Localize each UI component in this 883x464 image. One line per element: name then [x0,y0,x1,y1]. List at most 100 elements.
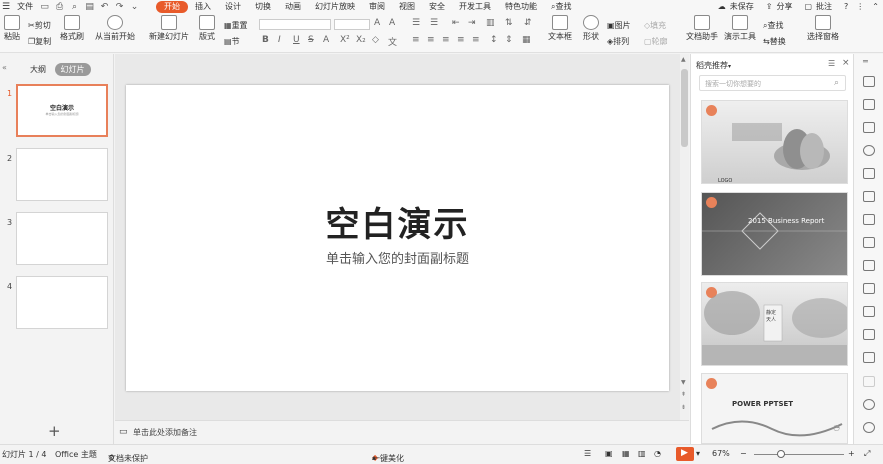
tab-transition[interactable]: 切换 [248,0,278,13]
zoom-slider-handle[interactable] [777,450,785,458]
doc-helper-button[interactable]: 文档助手 [685,13,719,42]
find-button[interactable]: ⌕查找 [763,20,783,31]
tab-view[interactable]: 视图 [392,0,422,13]
export-pdf-icon[interactable]: ▤ [84,2,95,12]
reset-button[interactable]: ▦重置 [224,20,248,31]
share-out-icon[interactable] [863,283,875,294]
fit-window-icon[interactable]: ⤢ [864,449,870,459]
arrange-button[interactable]: ◈排列 [607,36,629,47]
play-from-current-button[interactable]: 从当前开始 [93,13,137,42]
collapse-ribbon-icon[interactable]: ⌃ [872,0,879,13]
justify-icon[interactable]: ≡ [457,35,465,45]
align-center-icon[interactable]: ≡ [427,35,435,45]
slide-subtitle[interactable]: 单击输入您的封面副标题 [126,248,669,267]
tab-insert[interactable]: 插入 [188,0,218,13]
print-icon[interactable]: ⎙ [54,2,65,12]
tab-slideshow[interactable]: 幻灯片放映 [308,0,362,13]
numbering-icon[interactable]: ☰ [430,18,438,28]
tab-features[interactable]: 特色功能 [498,0,544,13]
zoom-level[interactable]: 67% [712,449,730,458]
font-size-select[interactable] [334,19,370,30]
redo-icon[interactable]: ↷ [114,2,125,12]
template-search-input[interactable]: 搜索一切你想要的 ⌕ [699,75,846,91]
scroll-up-icon[interactable]: ▲ [681,56,686,63]
outdent-icon[interactable]: ⇥ [468,18,476,28]
normal-view-icon[interactable]: ▣ [605,449,613,458]
more-icon[interactable]: ⋮ [856,0,864,13]
share-button[interactable]: ⇪ 分享 [766,0,797,13]
table-icon[interactable] [863,168,875,179]
notes-view-icon[interactable]: ◔ [654,449,661,458]
template-card-3[interactable]: 静定天人 [701,282,848,366]
tab-design[interactable]: 设计 [218,0,248,13]
close-icon[interactable]: × [842,58,850,68]
notes-placeholder[interactable]: 单击此处添加备注 [133,427,197,438]
zoom-out-icon[interactable]: − [740,449,747,458]
play-slideshow-button[interactable]: ▶ [676,447,694,461]
play-options-icon[interactable]: ▾ [696,449,700,458]
history-icon[interactable] [863,399,875,410]
template-card-2[interactable]: 2015 Business Report [701,192,848,276]
picture-button[interactable]: ▣图片 [607,20,631,31]
char-spacing-icon[interactable]: 文 [388,35,397,48]
text-columns-icon[interactable]: ▦ [522,35,531,45]
copy-object-icon[interactable] [863,99,875,110]
canvas-scrollbar[interactable]: ▲ ▼ ⇞ ⇟ [680,54,689,420]
hamburger-icon[interactable]: ☰ [2,2,10,12]
font-color-icon[interactable]: A [323,35,329,45]
line-spacing-icon[interactable]: ↕ [490,35,498,45]
slide-title[interactable]: 空白演示 [126,197,669,246]
slide-thumbnail-4[interactable] [16,276,108,329]
shape-button[interactable]: 形状 [580,13,602,42]
scrollbar-thumb[interactable] [681,69,688,147]
replace-button[interactable]: ⇆替换 [763,36,786,47]
bullets-icon[interactable]: ☰ [412,18,420,28]
para-spacing-icon[interactable]: ⇕ [505,35,513,45]
slide-sorter-icon[interactable]: ▦ [622,449,630,458]
help-circle-icon[interactable] [863,422,875,433]
transition-icon[interactable] [863,260,875,271]
chart-icon[interactable] [863,214,875,225]
distribute-icon[interactable]: ≡ [472,35,480,45]
italic-icon[interactable]: I [278,35,281,45]
search-button[interactable]: ⌕查找 [544,0,578,13]
next-slide-icon[interactable]: ⇟ [681,404,686,411]
underline-icon[interactable]: U [293,35,300,45]
shapes-icon[interactable] [863,122,875,133]
save-icon[interactable]: ▭ [39,2,50,12]
print-preview-icon[interactable]: ⌕ [69,2,80,12]
grow-font-icon[interactable]: A [374,18,380,28]
speaker-icon[interactable] [863,352,875,363]
tab-developer[interactable]: 开发工具 [452,0,498,13]
strikethrough-icon[interactable]: S [308,35,314,45]
view-menu-icon[interactable]: ☰ [584,449,591,458]
tab-slides[interactable]: 幻灯片 [54,63,91,76]
tab-outline[interactable]: 大纲 [24,63,52,76]
theme-name[interactable]: Office 主题 [55,449,97,460]
align-right-icon[interactable]: ≡ [442,35,450,45]
cut-button[interactable]: ✂剪切 [28,20,51,31]
grid-icon[interactable] [863,191,875,202]
template-card-1[interactable]: LOGO [701,100,848,184]
new-slide-button[interactable]: 新建幻灯片 [148,13,190,42]
file-menu[interactable]: 文件 [13,0,37,13]
tab-animation[interactable]: 动画 [278,0,308,13]
tab-security[interactable]: 安全 [422,0,452,13]
text-box-button[interactable]: 文本框 [546,13,574,42]
reading-view-icon[interactable]: ▥ [638,449,646,458]
columns-icon[interactable]: ▥ [486,18,495,28]
template-panel-title[interactable]: 稻壳推荐▾ [696,60,731,71]
superscript-icon[interactable]: X² [340,35,350,45]
fill-button[interactable]: ◇填充 [644,20,666,31]
template-card-4[interactable]: POWER PPTSET ◔ [701,373,848,444]
tab-home[interactable]: 开始 [156,0,188,13]
comment-button[interactable]: ▢ 批注 [804,0,836,13]
zoom-slider[interactable] [754,454,844,455]
font-family-select[interactable] [259,19,331,30]
tab-review[interactable]: 审阅 [362,0,392,13]
shrink-font-icon[interactable]: A [389,18,395,28]
scroll-down-icon[interactable]: ▼ [681,379,686,386]
prev-slide-icon[interactable]: ⇞ [681,391,686,398]
slide-thumbnail-1[interactable]: 空白演示 单击输入您的封面副标题 [16,84,108,137]
clear-format-icon[interactable]: ◇ [372,35,379,45]
